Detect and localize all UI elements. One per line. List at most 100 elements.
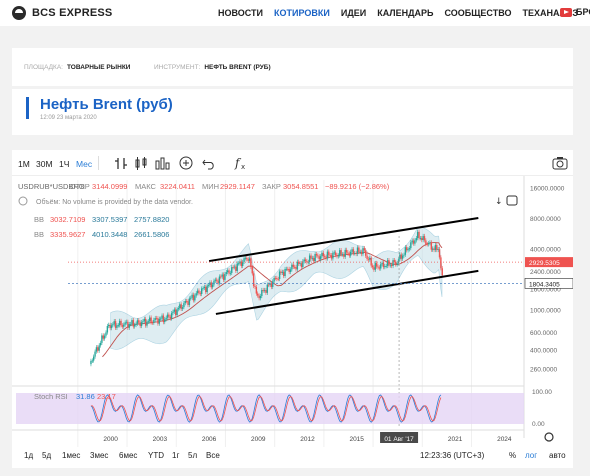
- title-accent-bar: [26, 97, 29, 119]
- candle-body: [396, 263, 398, 265]
- compare-icon[interactable]: [155, 157, 171, 170]
- bb2-label: BB: [34, 230, 44, 239]
- interval-30m[interactable]: 30М: [36, 159, 53, 169]
- candle-body: [321, 252, 323, 257]
- candle-body: [114, 321, 117, 328]
- collapse-legend-icon[interactable]: [18, 196, 28, 206]
- candle-body: [332, 252, 334, 259]
- candle-body: [281, 271, 284, 273]
- candle-body: [352, 249, 355, 254]
- candle-body: [113, 321, 115, 325]
- x-tick-label: 2012: [300, 436, 315, 443]
- range-1y[interactable]: 1г: [172, 451, 179, 460]
- nav-item-news[interactable]: НОВОСТИ: [218, 8, 263, 18]
- range-3m[interactable]: 3мес: [90, 451, 108, 460]
- candle-body: [106, 326, 109, 333]
- interval-1h[interactable]: 1Ч: [59, 159, 69, 169]
- candle-body: [240, 261, 243, 267]
- candle-body: [419, 238, 422, 239]
- range-5d[interactable]: 5д: [42, 451, 51, 460]
- candle-body: [365, 250, 367, 256]
- legend-otkr-label: ОТКР: [70, 182, 90, 191]
- settings-gear-icon[interactable]: [544, 432, 554, 442]
- candle-body: [274, 277, 277, 279]
- percent-toggle[interactable]: %: [509, 451, 516, 460]
- scroll-down-button[interactable]: ↓: [495, 197, 503, 207]
- nav-item-ideas[interactable]: ИДЕИ: [341, 8, 366, 18]
- undo-icon[interactable]: [202, 156, 216, 170]
- candle-body: [440, 257, 442, 269]
- candle-body: [200, 288, 203, 295]
- candle-body: [263, 289, 266, 291]
- candle-body: [344, 249, 346, 257]
- candle-body: [415, 238, 417, 241]
- candle-body: [138, 320, 140, 323]
- candle-body: [164, 319, 166, 323]
- instrument-filter[interactable]: ИНСТРУМЕНТ: НЕФТЬ BRENT (РУБ): [154, 64, 271, 71]
- candle-body: [143, 318, 145, 322]
- candle-body: [147, 321, 150, 323]
- candle-body: [135, 323, 137, 325]
- candle-body: [127, 321, 129, 328]
- candle-body: [362, 248, 364, 255]
- candle-body: [144, 318, 147, 326]
- add-indicator-icon[interactable]: [179, 156, 193, 170]
- nav-item-community[interactable]: СООБЩЕСТВО: [445, 8, 512, 18]
- legend-maks-value: 3224.0411: [160, 182, 195, 191]
- log-toggle[interactable]: лог: [525, 451, 537, 460]
- timezone-clock[interactable]: 12:23:36 (UTC+3): [420, 451, 484, 460]
- range-1m[interactable]: 1мес: [62, 451, 80, 460]
- candle-body: [169, 316, 171, 319]
- stoch-d-value: 23.17: [97, 392, 116, 401]
- candle-body: [257, 293, 259, 296]
- candle-body: [213, 280, 215, 285]
- candle-body: [267, 284, 270, 286]
- candle-body: [247, 259, 249, 261]
- reset-chart-button[interactable]: [506, 195, 518, 206]
- candles-icon[interactable]: [134, 157, 148, 170]
- current-price-label: 2929.5305: [529, 260, 560, 267]
- candle-body: [393, 260, 396, 262]
- range-ytd[interactable]: YTD: [148, 451, 164, 460]
- candle-body: [248, 258, 251, 261]
- interval-month[interactable]: Мес: [76, 159, 92, 169]
- candle-body: [285, 268, 288, 270]
- candle-body: [97, 347, 99, 351]
- candle-body: [103, 335, 106, 339]
- price-chart[interactable]: USDRUB*USDBRO ОТКР 3144.0999 МАКС 3224.0…: [12, 176, 573, 447]
- nav-item-calendar[interactable]: КАЛЕНДАРЬ: [377, 8, 433, 18]
- range-6m[interactable]: 6мес: [119, 451, 137, 460]
- formula-icon[interactable]: fx: [234, 156, 248, 170]
- exchange-filter-value: ТОВАРНЫЕ РЫНКИ: [66, 64, 131, 71]
- interval-1m[interactable]: 1М: [18, 159, 30, 169]
- screenshot-camera-icon[interactable]: [552, 156, 568, 170]
- candle-body: [288, 268, 290, 272]
- youtube-icon: [560, 7, 572, 17]
- range-5y[interactable]: 5л: [188, 451, 197, 460]
- brand-logo[interactable]: BCS EXPRESS: [12, 6, 112, 20]
- candle-body: [181, 307, 184, 309]
- bar-style-icon[interactable]: [114, 157, 128, 170]
- candle-body: [221, 274, 223, 277]
- candle-body: [92, 356, 95, 361]
- nav-item-broker[interactable]: БРОК: [560, 7, 590, 17]
- range-all[interactable]: Все: [206, 451, 220, 460]
- candle-body: [120, 320, 122, 326]
- candle-body: [180, 304, 182, 309]
- candle-body: [295, 267, 297, 270]
- range-1d[interactable]: 1д: [24, 451, 33, 460]
- reset-icon: [506, 195, 518, 206]
- candle-body: [254, 285, 256, 287]
- candle-body: [418, 231, 420, 239]
- exchange-filter[interactable]: ПЛОЩАДКА: ТОВАРНЫЕ РЫНКИ: [24, 64, 130, 71]
- candle-body: [116, 325, 118, 328]
- auto-toggle[interactable]: авто: [549, 451, 566, 460]
- candle-body: [95, 347, 98, 352]
- svg-text:x: x: [241, 163, 245, 170]
- candle-body: [109, 324, 111, 329]
- nav-item-quotes[interactable]: КОТИРОВКИ: [274, 8, 330, 18]
- candle-body: [158, 318, 161, 324]
- candle-body: [153, 319, 155, 323]
- bb2-upper: 4010.3448: [92, 230, 127, 239]
- candle-body: [90, 360, 92, 365]
